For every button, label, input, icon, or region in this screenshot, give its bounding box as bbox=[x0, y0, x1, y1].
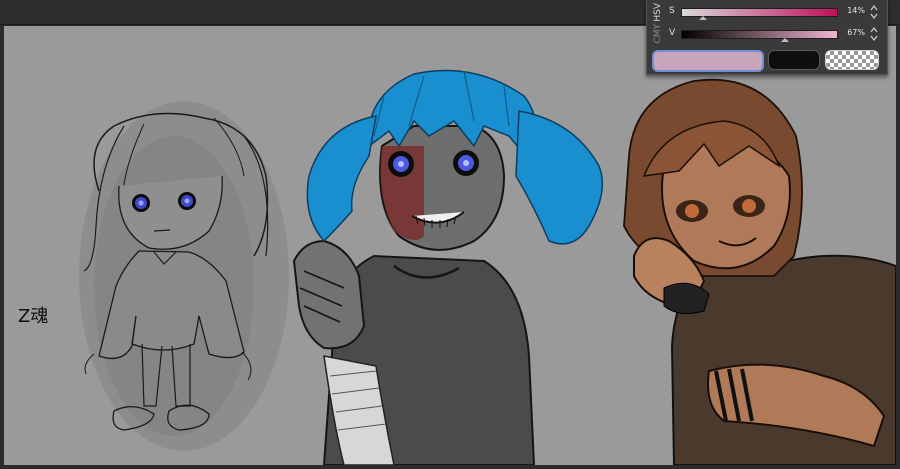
color-slider-panel: HSV CMY S 14% V 67% bbox=[646, 0, 888, 75]
transparent-color-swatch[interactable] bbox=[825, 50, 879, 70]
saturation-slider: S 14% bbox=[669, 4, 883, 22]
signature-text: Z魂 bbox=[18, 306, 48, 327]
tab-hsv[interactable]: HSV bbox=[651, 2, 665, 23]
value-handle[interactable] bbox=[780, 38, 789, 42]
value-label: V bbox=[669, 28, 676, 38]
value-track[interactable] bbox=[681, 30, 838, 39]
sketch-figure-left bbox=[79, 101, 289, 451]
value-value[interactable]: 67% bbox=[839, 28, 865, 37]
artwork: Z魂 bbox=[18, 69, 896, 465]
value-slider: V 67% bbox=[669, 26, 883, 44]
up-down-spinner-icon[interactable] bbox=[869, 26, 879, 42]
sub-color-swatch[interactable] bbox=[768, 50, 820, 70]
tab-cmy[interactable]: CMY bbox=[651, 23, 665, 45]
main-color-swatch[interactable] bbox=[652, 50, 764, 72]
brown-hair-figure bbox=[623, 78, 896, 465]
drawing-canvas[interactable]: Z魂 bbox=[4, 26, 896, 465]
color-mode-tabs: HSV CMY bbox=[650, 2, 666, 46]
blue-hair-figure bbox=[292, 69, 604, 465]
saturation-handle[interactable] bbox=[698, 16, 707, 20]
up-down-spinner-icon[interactable] bbox=[869, 4, 879, 20]
saturation-value[interactable]: 14% bbox=[839, 6, 865, 15]
saturation-label: S bbox=[669, 6, 675, 16]
